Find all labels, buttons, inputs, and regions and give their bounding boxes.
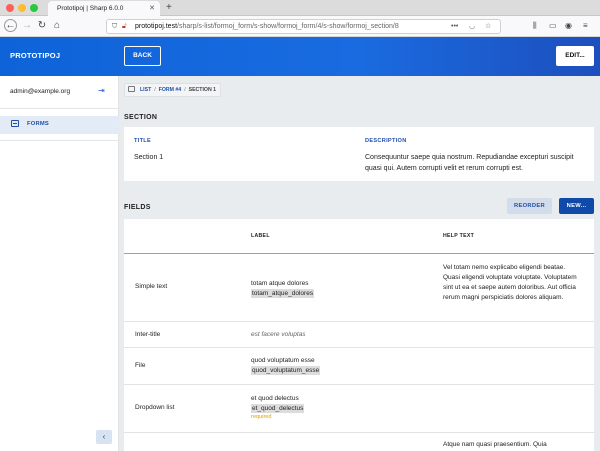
fields-heading: FIELDS xyxy=(124,204,151,211)
field-key: et_quod_delectus xyxy=(251,403,305,413)
browser-titlebar: Prototipoj | Sharp 6.0.0 ✕ + xyxy=(0,0,600,16)
user-email: admin@example.org xyxy=(10,88,71,95)
breadcrumb-form-link[interactable]: FORM #4 xyxy=(159,87,181,93)
back-arrow-icon[interactable]: ← xyxy=(4,19,17,32)
breadcrumb-separator: / xyxy=(154,87,156,93)
url-bar[interactable]: ⛉ 🔓︎ prototipoj.test/sharp/s-list/formoj… xyxy=(106,19,501,34)
field-label-cell: et quod delectus et_quod_delectus requir… xyxy=(251,394,305,422)
field-label: quod voluptatum esse xyxy=(251,357,315,364)
table-row[interactable]: File quod voluptatum esse quod_voluptatu… xyxy=(124,348,594,385)
tab-close-icon[interactable]: ✕ xyxy=(149,1,155,16)
reorder-button[interactable]: REORDER xyxy=(507,198,552,214)
column-header-label: LABEL xyxy=(251,233,270,239)
bookmark-star-icon[interactable]: ☆ xyxy=(485,20,491,33)
shield-icon[interactable]: ⛉ xyxy=(112,20,117,33)
description-field-value: Consequuntur saepe quia nostrum. Repudia… xyxy=(365,154,574,172)
table-row[interactable]: Atque nam quasi praesentium. Quia xyxy=(124,433,594,451)
field-label-cell: est facere voluptas xyxy=(251,330,306,340)
sidebar: admin@example.org ⇥ FORMS ‹ xyxy=(0,76,119,451)
field-label-cell: quod voluptatum esse quod_voluptatum_ess… xyxy=(251,356,321,375)
forward-arrow-icon[interactable]: → xyxy=(20,19,34,33)
sidebar-toggle-icon[interactable]: ▭ xyxy=(549,19,557,33)
forms-icon xyxy=(11,120,19,127)
collapse-sidebar-chevron-left-icon[interactable]: ‹ xyxy=(96,430,112,444)
fields-table: LABEL HELP TEXT Simple text totam atque … xyxy=(124,219,594,451)
url-path: /sharp/s-list/formoj_form/s-show/formoj_… xyxy=(177,23,399,30)
account-icon[interactable]: ◉ xyxy=(565,19,572,33)
menu-icon[interactable]: ≡ xyxy=(583,19,588,33)
field-label: est facere voluptas xyxy=(251,331,306,338)
browser-tab-title: Prototipoj | Sharp 6.0.0 xyxy=(57,5,124,12)
brand-logo[interactable]: PROTOTIPOJ xyxy=(10,51,60,60)
field-type: Simple text xyxy=(135,283,168,290)
section-card: TITLE Section 1 DESCRIPTION Consequuntur… xyxy=(124,127,594,181)
new-field-button[interactable]: NEW... xyxy=(559,198,594,214)
url-host: prototipoj.test xyxy=(135,23,178,30)
field-label: totam atque dolores xyxy=(251,280,309,287)
insecure-lock-icon[interactable]: 🔓︎ xyxy=(122,20,127,33)
home-icon[interactable]: ⌂ xyxy=(50,19,64,33)
required-badge: required xyxy=(251,414,272,420)
back-button[interactable]: BACK xyxy=(124,46,161,66)
sidebar-item-label: FORMS xyxy=(27,121,49,127)
field-key: totam_atque_dolores xyxy=(251,288,315,298)
breadcrumb-list-link[interactable]: LIST xyxy=(140,87,151,93)
section-heading: SECTION xyxy=(124,114,158,121)
browser-tab[interactable]: Prototipoj | Sharp 6.0.0 ✕ xyxy=(48,1,160,16)
minimize-window-icon[interactable] xyxy=(18,4,26,12)
breadcrumb-current: SECTION 1 xyxy=(188,87,217,93)
entity-icon xyxy=(128,86,135,92)
field-label: et quod delectus xyxy=(251,395,299,402)
title-field-value: Section 1 xyxy=(134,154,164,161)
title-field-label: TITLE xyxy=(134,138,152,144)
pocket-icon[interactable]: ◡ xyxy=(469,20,475,33)
sidebar-divider xyxy=(0,140,119,141)
new-tab-icon[interactable]: + xyxy=(166,1,172,15)
description-field-label: DESCRIPTION xyxy=(365,138,407,144)
maximize-window-icon[interactable] xyxy=(30,4,38,12)
sidebar-item-forms[interactable]: FORMS xyxy=(0,116,119,134)
browser-navbar: ← → ↻ ⌂ ⛉ 🔓︎ prototipoj.test/sharp/s-lis… xyxy=(0,16,600,37)
logout-icon[interactable]: ⇥ xyxy=(98,86,105,95)
field-key: quod_voluptatum_esse xyxy=(251,365,321,375)
app-header: PROTOTIPOJ BACK EDIT... xyxy=(0,37,600,76)
column-header-help-text: HELP TEXT xyxy=(443,233,475,239)
edit-button[interactable]: EDIT... xyxy=(556,46,594,66)
field-help-text: Atque nam quasi praesentium. Quia xyxy=(443,441,547,448)
field-label-cell: totam atque dolores totam_atque_dolores xyxy=(251,279,315,298)
sidebar-divider xyxy=(0,108,119,109)
library-icon[interactable]: ⫼ xyxy=(533,19,537,33)
field-type: Dropdown list xyxy=(135,404,175,411)
table-row[interactable]: Simple text totam atque dolores totam_at… xyxy=(124,254,594,322)
table-row[interactable]: Dropdown list et quod delectus et_quod_d… xyxy=(124,385,594,433)
breadcrumb-separator: / xyxy=(184,87,186,93)
page-actions-icon[interactable]: ••• xyxy=(451,20,458,33)
field-type: File xyxy=(135,362,146,369)
field-type: Inter-title xyxy=(135,331,161,338)
reload-icon[interactable]: ↻ xyxy=(35,19,49,33)
close-window-icon[interactable] xyxy=(6,4,14,12)
field-help-text: Vel totam nemo explicabo eligendi beatae… xyxy=(443,264,577,301)
breadcrumb: LIST / FORM #4/SECTION 1 xyxy=(124,83,222,97)
table-row[interactable]: Inter-title est facere voluptas xyxy=(124,322,594,348)
